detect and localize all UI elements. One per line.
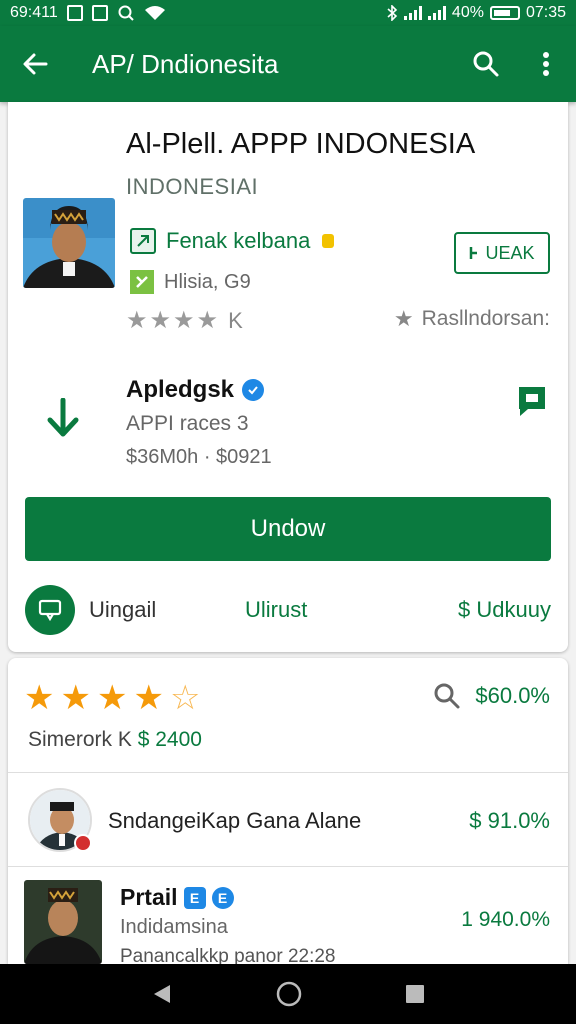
signal-icon-2 bbox=[427, 6, 446, 20]
rating-stars: ★ ★ ★ ★ ☆ bbox=[24, 678, 200, 718]
app-bar: AP/ Dndionesita bbox=[0, 26, 576, 102]
divider bbox=[8, 866, 568, 867]
search-status-icon bbox=[118, 5, 134, 21]
info-subtitle: APPI races 3 bbox=[126, 412, 249, 435]
nav-back-icon[interactable] bbox=[150, 982, 174, 1006]
list-item-2-line: Panancalkkp panor 22:28 bbox=[120, 946, 336, 964]
star-icon: ★ bbox=[126, 307, 148, 334]
developer-badge-icon bbox=[130, 228, 156, 254]
gallery-icon bbox=[66, 5, 83, 21]
navigation-bar bbox=[0, 964, 576, 1024]
star-icon: ★ bbox=[196, 307, 219, 334]
list-item-title[interactable]: SndangeiKap Gana Alane bbox=[108, 808, 361, 834]
photo-icon bbox=[91, 5, 108, 21]
wifi-icon bbox=[144, 6, 165, 20]
list-item-thumbnail[interactable] bbox=[24, 880, 102, 964]
list-item-price: $ 91.0% bbox=[469, 808, 550, 833]
chat-action-button[interactable] bbox=[25, 585, 75, 635]
star-filled-icon: ★ bbox=[96, 679, 128, 717]
nav-recents-icon[interactable] bbox=[404, 983, 426, 1005]
star-filled-icon: ★ bbox=[24, 679, 55, 717]
badge-icon: E bbox=[183, 886, 206, 909]
star-rating-row: ★ ★ ★ ★ K bbox=[126, 306, 243, 335]
status-time-left: 69:411 bbox=[10, 4, 58, 21]
download-icon[interactable] bbox=[46, 397, 80, 443]
indicator-icon bbox=[470, 247, 478, 259]
signal-icon bbox=[403, 6, 422, 20]
summary-price: $60.0% bbox=[475, 683, 550, 708]
overflow-menu-button[interactable] bbox=[516, 26, 576, 102]
star-outline-icon: ☆ bbox=[169, 679, 201, 717]
developer-name: Fenak kelbana bbox=[166, 228, 311, 253]
app-subtitle: INDONESIAI bbox=[126, 174, 259, 199]
developer-row[interactable]: Fenak kelbana bbox=[130, 228, 335, 254]
category-row: Hlisia, G9 bbox=[130, 270, 251, 294]
info-title: Apledgsk bbox=[126, 376, 235, 403]
action-label-3[interactable]: $ Udkuuy bbox=[458, 597, 551, 623]
install-button[interactable]: Undow bbox=[25, 497, 551, 561]
summary-line-b: $ 2400 bbox=[137, 728, 202, 751]
list-item-2-price: 1 940.0% bbox=[461, 908, 550, 931]
star-outline-icon: ★ bbox=[393, 306, 414, 331]
list-item-2-sub: Indidamsina bbox=[120, 916, 228, 938]
divider bbox=[8, 772, 568, 773]
chat-icon bbox=[38, 599, 62, 621]
info-price: $36M0h · $0921 bbox=[126, 446, 272, 468]
star-filled-icon: ★ bbox=[60, 679, 91, 717]
category-label: Hlisia, G9 bbox=[164, 270, 251, 293]
action-label-2[interactable]: Ulirust bbox=[245, 597, 307, 623]
rating-label-group: ★ Rasllndorsan: bbox=[394, 306, 550, 332]
star-filled-icon: ★ bbox=[133, 679, 164, 717]
status-time-right: 07:35 bbox=[525, 4, 566, 21]
verified-icon bbox=[242, 379, 265, 401]
status-bar: 69:411 40% 07:35 bbox=[0, 0, 576, 26]
badge-icon: E bbox=[211, 886, 234, 909]
battery-icon bbox=[489, 6, 520, 20]
star-icon: ★ bbox=[173, 307, 195, 334]
bluetooth-icon bbox=[387, 5, 398, 21]
search-button[interactable] bbox=[456, 26, 516, 102]
gold-badge-icon bbox=[322, 234, 335, 248]
summary-line: Simerork K $ 2400 bbox=[28, 728, 202, 752]
reviews-card: ★ ★ ★ ★ ☆ $60.0% Simerork K $ 2400 Sndan… bbox=[8, 658, 568, 964]
search-icon bbox=[473, 51, 499, 77]
summary-right: $60.0% bbox=[433, 682, 550, 710]
list-item-2-title-group[interactable]: Prtail E E bbox=[120, 884, 234, 911]
message-icon[interactable] bbox=[516, 384, 548, 423]
summary-line-a: Simerork bbox=[28, 728, 113, 751]
rating-label: Rasllndorsan: bbox=[421, 307, 550, 330]
ueak-button-label: UEAK bbox=[485, 242, 535, 263]
app-title: Al-Plell. APPP INDONESIA bbox=[126, 128, 476, 160]
action-label-1[interactable]: Uingail bbox=[89, 597, 156, 623]
action-row: Uingail Ulirust $ Udkuuy bbox=[25, 580, 551, 640]
more-vert-icon bbox=[543, 52, 549, 76]
battery-percent: 40% bbox=[451, 4, 484, 21]
search-icon[interactable] bbox=[433, 682, 461, 710]
arrow-left-icon bbox=[23, 53, 48, 75]
stars-suffix: K bbox=[228, 307, 243, 333]
info-title-group: Apledgsk bbox=[126, 376, 265, 404]
app-icon-portrait bbox=[23, 198, 115, 288]
nav-home-icon[interactable] bbox=[275, 980, 303, 1008]
ueak-button[interactable]: UEAK bbox=[454, 232, 550, 274]
category-icon bbox=[130, 270, 154, 294]
list-item-2-title: Prtail bbox=[120, 884, 178, 910]
app-bar-title: AP/ Dndionesita bbox=[92, 48, 279, 79]
app-detail-card: Al-Plell. APPP INDONESIA INDONESIAI Fena… bbox=[8, 102, 568, 652]
summary-line-k: K bbox=[117, 728, 138, 751]
notification-badge bbox=[74, 834, 92, 852]
back-button[interactable] bbox=[0, 26, 70, 102]
star-icon: ★ bbox=[149, 307, 172, 334]
